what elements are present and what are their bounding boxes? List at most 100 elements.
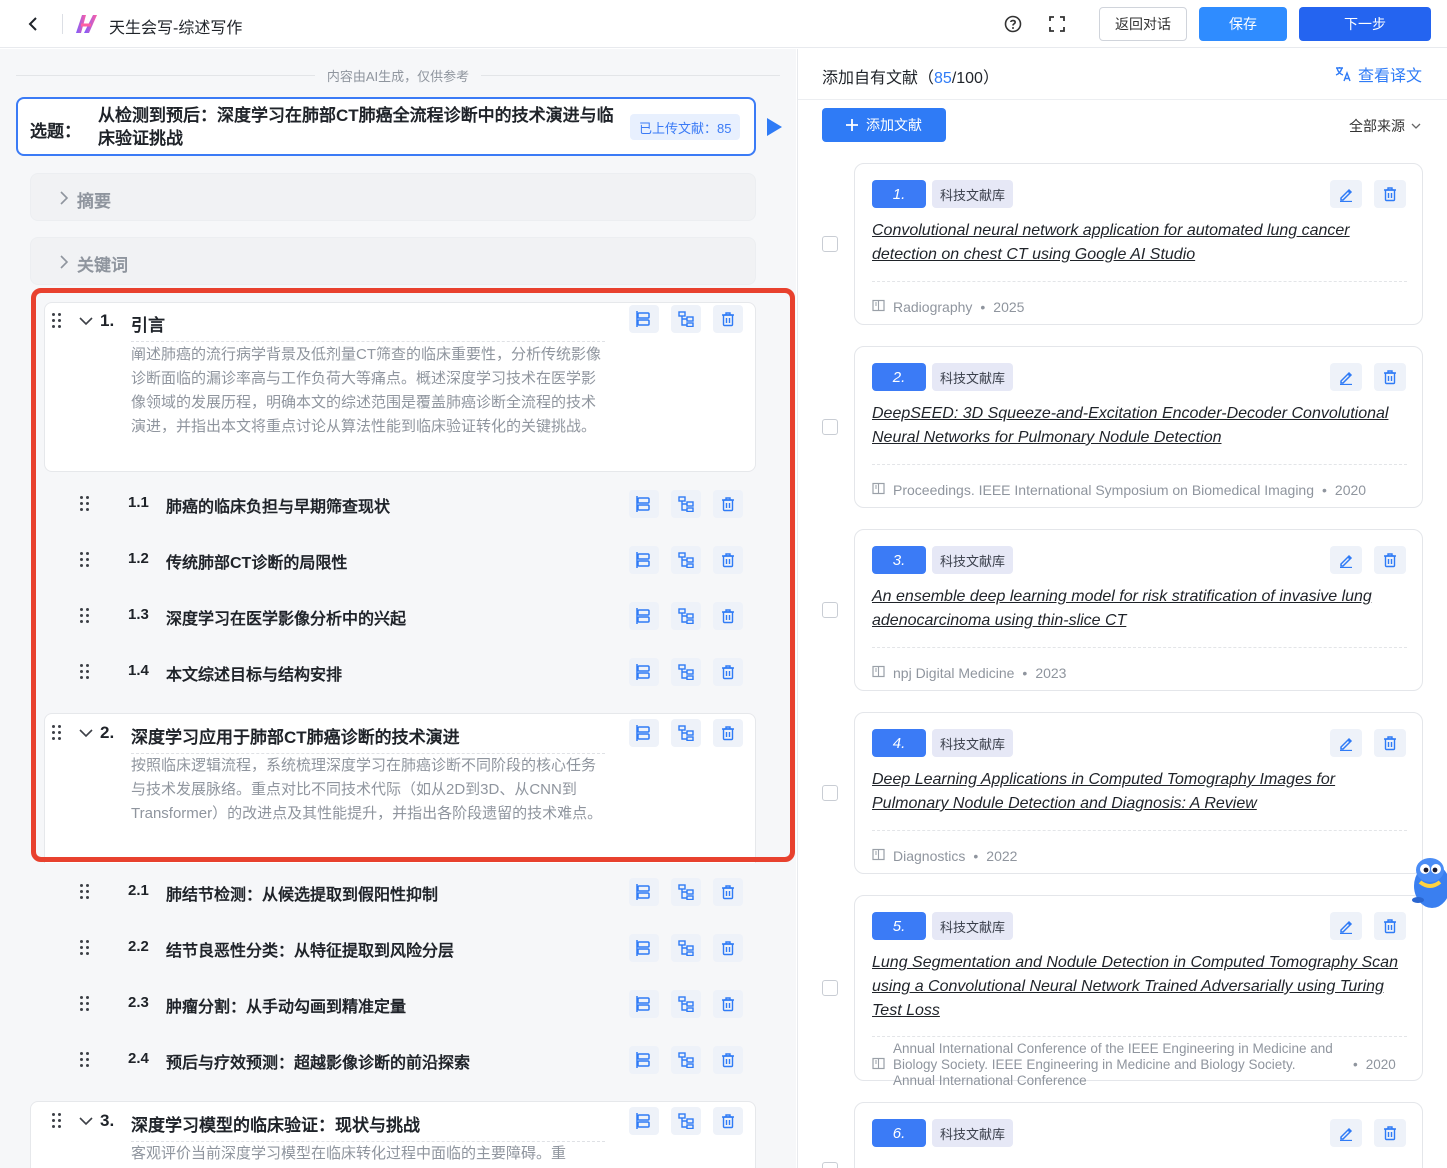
subsection-title[interactable]: 本文综述目标与结构安排	[166, 661, 342, 685]
add-subsection-icon[interactable]	[671, 490, 701, 518]
topic-box[interactable]: 选题： 从检测到预后：深度学习在肺部CT肺癌全流程诊断中的技术演进与临床验证挑战…	[16, 97, 756, 156]
drag-handle-icon[interactable]	[80, 996, 92, 1012]
drag-handle-icon[interactable]	[52, 1113, 64, 1129]
drag-handle-icon[interactable]	[52, 725, 64, 741]
assistant-mascot-icon[interactable]	[1408, 852, 1447, 914]
add-subsection-icon[interactable]	[671, 990, 701, 1018]
edit-icon[interactable]	[1330, 363, 1362, 391]
subsection-title[interactable]: 预后与疗效预测：超越影像诊断的前沿探索	[166, 1049, 470, 1073]
reference-checkbox[interactable]	[822, 1162, 838, 1168]
add-subsection-icon[interactable]	[671, 719, 701, 747]
save-button[interactable]: 保存	[1199, 7, 1287, 41]
section-title[interactable]: 引言	[131, 311, 605, 342]
insert-sibling-icon[interactable]	[629, 878, 659, 906]
insert-sibling-icon[interactable]	[629, 305, 659, 333]
reference-checkbox[interactable]	[822, 236, 838, 252]
delete-icon[interactable]	[713, 878, 743, 906]
delete-icon[interactable]	[713, 990, 743, 1018]
edit-icon[interactable]	[1330, 180, 1362, 208]
reference-checkbox[interactable]	[822, 980, 838, 996]
add-subsection-icon[interactable]	[671, 1107, 701, 1135]
delete-icon[interactable]	[713, 719, 743, 747]
drag-handle-icon[interactable]	[80, 496, 92, 512]
insert-sibling-icon[interactable]	[629, 490, 659, 518]
insert-sibling-icon[interactable]	[629, 658, 659, 686]
insert-sibling-icon[interactable]	[629, 990, 659, 1018]
delete-icon[interactable]	[713, 1046, 743, 1074]
delete-icon[interactable]	[1374, 1119, 1406, 1147]
fullscreen-icon[interactable]	[1046, 13, 1068, 35]
delete-icon[interactable]	[713, 546, 743, 574]
add-subsection-icon[interactable]	[671, 878, 701, 906]
delete-icon[interactable]	[1374, 912, 1406, 940]
play-arrow-icon[interactable]	[767, 118, 782, 136]
drag-handle-icon[interactable]	[80, 664, 92, 680]
reference-title[interactable]: An ensemble deep learning model for risk…	[872, 585, 1407, 633]
subsection-title[interactable]: 肿瘤分割：从手动勾画到精准定量	[166, 993, 406, 1017]
subsection-title[interactable]: 肺癌的临床负担与早期筛查现状	[166, 493, 390, 517]
add-subsection-icon[interactable]	[671, 602, 701, 630]
delete-icon[interactable]	[713, 602, 743, 630]
edit-icon[interactable]	[1330, 1119, 1362, 1147]
source-filter-dropdown[interactable]: 全部来源	[1349, 116, 1421, 136]
insert-sibling-icon[interactable]	[629, 719, 659, 747]
insert-sibling-icon[interactable]	[629, 546, 659, 574]
delete-icon[interactable]	[713, 1107, 743, 1135]
chevron-down-icon[interactable]	[78, 313, 94, 329]
delete-icon[interactable]	[1374, 180, 1406, 208]
add-subsection-icon[interactable]	[671, 546, 701, 574]
insert-sibling-icon[interactable]	[629, 1046, 659, 1074]
delete-icon[interactable]	[1374, 546, 1406, 574]
next-step-button[interactable]: 下一步	[1299, 7, 1431, 41]
reference-title[interactable]: Lung Segmentation and Nodule Detection i…	[872, 951, 1407, 1023]
subsection-title[interactable]: 结节良恶性分类：从特征提取到风险分层	[166, 937, 454, 961]
section-description[interactable]: 按照临床逻辑流程，系统梳理深度学习在肺癌诊断不同阶段的核心任务与技术发展脉络。重…	[131, 754, 607, 826]
help-icon[interactable]	[1002, 13, 1024, 35]
back-arrow-icon[interactable]	[22, 13, 44, 35]
reference-title[interactable]: DeepSEED: 3D Squeeze-and-Excitation Enco…	[872, 402, 1407, 450]
delete-icon[interactable]	[713, 490, 743, 518]
edit-icon[interactable]	[1330, 912, 1362, 940]
add-subsection-icon[interactable]	[671, 658, 701, 686]
subsection-title[interactable]: 传统肺部CT诊断的局限性	[166, 549, 347, 573]
insert-sibling-icon[interactable]	[629, 602, 659, 630]
insert-sibling-icon[interactable]	[629, 1107, 659, 1135]
section-title[interactable]: 深度学习应用于肺部CT肺癌诊断的技术演进	[131, 723, 605, 754]
drag-handle-icon[interactable]	[80, 940, 92, 956]
chevron-down-icon[interactable]	[78, 725, 94, 741]
delete-icon[interactable]	[1374, 729, 1406, 757]
edit-icon[interactable]	[1330, 546, 1362, 574]
references-count: 85	[934, 70, 952, 87]
view-translation-link[interactable]: 查看译文	[1334, 62, 1422, 86]
reference-checkbox[interactable]	[822, 602, 838, 618]
delete-icon[interactable]	[1374, 363, 1406, 391]
add-subsection-icon[interactable]	[671, 1046, 701, 1074]
reference-title[interactable]: Convolutional neural network application…	[872, 219, 1407, 267]
add-subsection-icon[interactable]	[671, 934, 701, 962]
drag-handle-icon[interactable]	[80, 1052, 92, 1068]
insert-sibling-icon[interactable]	[629, 934, 659, 962]
delete-icon[interactable]	[713, 658, 743, 686]
drag-handle-icon[interactable]	[80, 552, 92, 568]
section-description[interactable]: 客观评价当前深度学习模型在临床转化过程中面临的主要障碍。重	[131, 1142, 607, 1166]
reference-checkbox[interactable]	[822, 785, 838, 801]
back-to-chat-button[interactable]: 返回对话	[1099, 7, 1187, 41]
add-subsection-icon[interactable]	[671, 305, 701, 333]
section-title[interactable]: 深度学习模型的临床验证：现状与挑战	[131, 1111, 605, 1142]
delete-icon[interactable]	[713, 305, 743, 333]
add-reference-button[interactable]: 添加文献	[822, 108, 946, 142]
section-description[interactable]: 阐述肺癌的流行病学背景及低剂量CT筛查的临床重要性，分析传统影像诊断面临的漏诊率…	[131, 343, 607, 439]
drag-handle-icon[interactable]	[80, 884, 92, 900]
reference-checkbox[interactable]	[822, 419, 838, 435]
keywords-collapse[interactable]: 关键词	[30, 237, 756, 285]
abstract-collapse[interactable]: 摘要	[30, 173, 756, 221]
references-title: 添加自有文献（85/100）	[822, 64, 999, 88]
chevron-down-icon[interactable]	[78, 1113, 94, 1129]
delete-icon[interactable]	[713, 934, 743, 962]
drag-handle-icon[interactable]	[80, 608, 92, 624]
reference-title[interactable]: Deep Learning Applications in Computed T…	[872, 768, 1407, 816]
drag-handle-icon[interactable]	[52, 313, 64, 329]
subsection-title[interactable]: 深度学习在医学影像分析中的兴起	[166, 605, 406, 629]
edit-icon[interactable]	[1330, 729, 1362, 757]
subsection-title[interactable]: 肺结节检测：从候选提取到假阳性抑制	[166, 881, 438, 905]
